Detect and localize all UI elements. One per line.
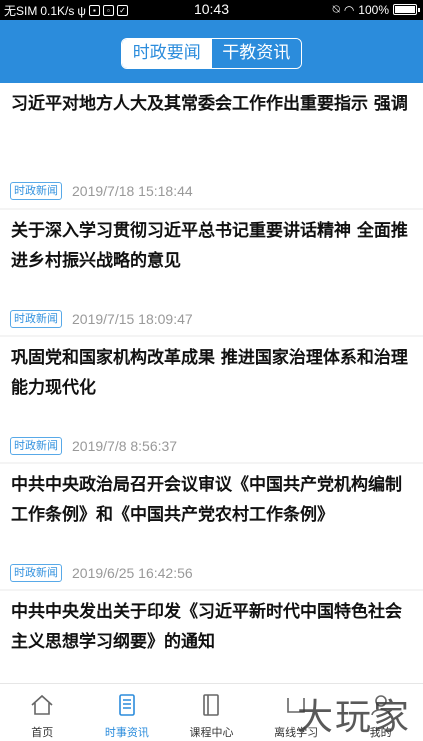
news-title: 习近平对地方人大及其常委会工作作出重要指示 强调 (11, 94, 408, 114)
mute-icon: ⍉ (332, 2, 340, 16)
status-bar: 无SIM 0.1K/s ψ ▪ ▫ ✓ 10:43 ⍉ ◠ 100% (0, 0, 423, 20)
tab-politics-news[interactable]: 时政要闻 (122, 39, 212, 68)
news-list: 习近平对地方人大及其常委会工作作出重要指示 强调 时政新闻 2019/7/18 … (0, 83, 423, 683)
news-meta: 时政新闻 2019/7/18 15:18:44 (10, 182, 193, 200)
news-title: 中共中央政治局召开会议审议《中国共产党机构编制工作条例》和《中国共产党农村工作条… (11, 475, 402, 525)
home-icon (31, 694, 53, 715)
book-icon (203, 694, 220, 716)
status-right: ⍉ ◠ 100% (332, 2, 420, 17)
news-title: 关于深入学习贯彻习近平总书记重要讲话精神 全面推进乡村振兴战略的意见 (11, 221, 408, 271)
wifi-icon: ◠ (343, 2, 355, 17)
tab-cadre-education-news[interactable]: 干教资讯 (211, 39, 301, 68)
news-item[interactable]: 习近平对地方人大及其常委会工作作出重要指示 强调 时政新闻 2019/7/18 … (0, 83, 423, 208)
category-tag: 时政新闻 (10, 182, 62, 200)
header-bar: 时政要闻 干教资讯 (0, 20, 423, 83)
category-tag: 时政新闻 (10, 310, 62, 328)
news-item[interactable]: 巩固党和国家机构改革成果 推进国家治理体系和治理能力现代化 时政新闻 2019/… (0, 337, 423, 462)
nav-courses-label: 课程中心 (189, 726, 234, 739)
nav-news-label: 时事资讯 (104, 726, 149, 739)
battery-icon (393, 4, 420, 15)
app-screen: 无SIM 0.1K/s ψ ▪ ▫ ✓ 10:43 ⍉ ◠ 100% 时政要闻 … (0, 0, 423, 741)
segmented-tabs: 时政要闻 干教资讯 (121, 38, 302, 69)
news-date: 2019/7/15 18:09:47 (72, 311, 193, 327)
news-title: 中共中央发出关于印发《习近平新时代中国特色社会主义思想学习纲要》的通知 (11, 602, 402, 652)
nav-courses[interactable]: 课程中心 (169, 684, 254, 741)
news-date: 2019/7/18 15:18:44 (72, 183, 193, 199)
news-meta: 时政新闻 2019/6/25 16:42:56 (10, 564, 193, 582)
category-tag: 时政新闻 (10, 437, 62, 455)
watermark-logo: 大玩家 (296, 697, 411, 738)
battery-percent: 100% (358, 2, 389, 17)
nav-home-label: 首页 (31, 726, 54, 739)
news-date: 2019/6/25 16:42:56 (72, 565, 193, 581)
category-tag: 时政新闻 (10, 564, 62, 582)
nav-news[interactable]: 时事资讯 (85, 684, 170, 741)
news-date: 2019/7/8 8:56:37 (72, 438, 178, 454)
news-meta: 时政新闻 2019/7/15 18:09:47 (10, 310, 193, 328)
news-meta: 时政新闻 2019/7/8 8:56:37 (10, 437, 177, 455)
news-title: 巩固党和国家机构改革成果 推进国家治理体系和治理能力现代化 (11, 348, 408, 398)
news-item[interactable]: 中共中央政治局召开会议审议《中国共产党机构编制工作条例》和《中国共产党农村工作条… (0, 464, 423, 589)
news-doc-icon (119, 694, 135, 716)
news-item[interactable]: 中共中央发出关于印发《习近平新时代中国特色社会主义思想学习纲要》的通知 (0, 591, 423, 683)
news-item[interactable]: 关于深入学习贯彻习近平总书记重要讲话精神 全面推进乡村振兴战略的意见 时政新闻 … (0, 210, 423, 335)
nav-home[interactable]: 首页 (0, 684, 85, 741)
